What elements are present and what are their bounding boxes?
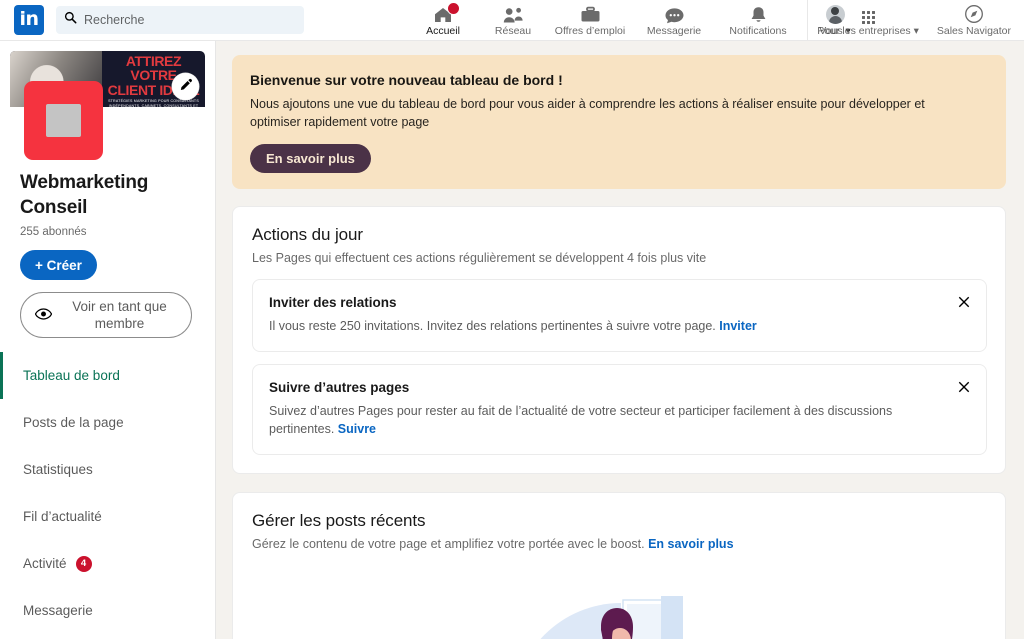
action-item-body: Il vous reste 250 invitations. Invitez d… bbox=[269, 317, 942, 335]
nav-item-notifications[interactable]: Notifications bbox=[716, 0, 800, 41]
messaging-icon bbox=[664, 5, 685, 24]
primary-nav: Accueil Réseau Offres d’emploi Messageri… bbox=[408, 0, 870, 41]
search-input[interactable] bbox=[84, 13, 296, 27]
search-icon bbox=[64, 11, 77, 29]
sidebar-item-label: Activité bbox=[23, 556, 67, 571]
pencil-icon bbox=[179, 78, 193, 95]
action-item-link[interactable]: Suivre bbox=[338, 422, 376, 436]
home-badge bbox=[447, 1, 460, 15]
actions-list: Inviter des relations Il vous reste 250 … bbox=[252, 279, 987, 455]
apps-grid-icon bbox=[861, 5, 875, 24]
sidebar-item-label: Posts de la page bbox=[23, 415, 124, 430]
global-navbar: in Accueil Réseau Offres d’emploi bbox=[0, 0, 1024, 41]
compass-icon bbox=[964, 4, 984, 24]
cover-line-4: INDÉPENDANTS, CABINETS, CONSULTANTS ET F… bbox=[108, 104, 199, 107]
sidebar-item-label: Tableau de bord bbox=[23, 368, 120, 383]
close-icon[interactable] bbox=[954, 377, 974, 397]
gerer-posts-recents-card: Gérer les posts récents Gérez le contenu… bbox=[232, 492, 1006, 639]
welcome-learn-more-button[interactable]: En savoir plus bbox=[250, 144, 371, 173]
nav-item-sales-navigator[interactable]: Sales Navigator bbox=[928, 0, 1020, 41]
sidebar-item-tableau-de-bord[interactable]: Tableau de bord bbox=[0, 352, 215, 399]
create-button[interactable]: + Créer bbox=[20, 250, 97, 280]
jobs-icon bbox=[580, 5, 601, 24]
sidebar-item-label: Messagerie bbox=[23, 603, 93, 618]
edit-cover-button[interactable] bbox=[172, 73, 199, 100]
sidebar-item-statistiques[interactable]: Statistiques bbox=[0, 446, 215, 493]
action-item-title: Suivre d’autres pages bbox=[269, 380, 410, 395]
sidebar-item-messagerie[interactable]: Messagerie bbox=[0, 587, 215, 634]
welcome-body: Nous ajoutons une vue du tableau de bord… bbox=[250, 97, 925, 129]
nav-label: Réseau bbox=[494, 24, 532, 37]
nav-label: Messagerie bbox=[646, 24, 702, 37]
sidebar-item-label: Fil d’actualité bbox=[23, 509, 102, 524]
actions-card-subtitle: Les Pages qui effectuent ces actions rég… bbox=[252, 251, 707, 265]
action-item-title: Inviter des relations bbox=[269, 295, 397, 310]
activity-count-badge: 4 bbox=[75, 555, 92, 572]
nav-label: Notifications bbox=[729, 24, 787, 37]
secondary-nav: Pour les entreprises ▾ Sales Navigator bbox=[807, 0, 1020, 41]
followers-count: 255 abonnés bbox=[20, 226, 87, 238]
main-content: Bienvenue sur votre nouveau tableau de b… bbox=[216, 41, 1024, 639]
view-as-member-label: Voir en tant que membre bbox=[72, 299, 167, 331]
home-icon bbox=[433, 1, 460, 24]
close-icon[interactable] bbox=[954, 292, 974, 312]
eye-icon bbox=[34, 307, 53, 324]
actions-du-jour-card: Actions du jour Les Pages qui effectuent… bbox=[232, 206, 1006, 474]
page-sidebar: ATTIREZ VOTRE CLIENT IDÉAL STRATÉGIES MA… bbox=[0, 41, 216, 639]
network-icon bbox=[503, 5, 524, 24]
organization-logo-inner bbox=[46, 104, 81, 137]
nav-label: Offres d’emploi bbox=[554, 24, 626, 37]
posts-card-title: Gérer les posts récents bbox=[252, 511, 426, 530]
search-box[interactable] bbox=[56, 6, 304, 34]
nav-label: Accueil bbox=[426, 24, 460, 37]
posts-card-subtitle: Gérez le contenu de votre page et amplif… bbox=[252, 537, 987, 551]
person-whiteboard-illustration bbox=[252, 591, 987, 639]
posts-card-subtitle-text: Gérez le contenu de votre page et amplif… bbox=[252, 537, 649, 551]
sidebar-item-fil-dactualite[interactable]: Fil d’actualité bbox=[0, 493, 215, 540]
posts-card-link[interactable]: En savoir plus bbox=[648, 537, 733, 551]
action-item-link[interactable]: Inviter bbox=[719, 319, 757, 333]
sidebar-menu: Tableau de bord Posts de la page Statist… bbox=[0, 352, 215, 634]
nav-item-accueil[interactable]: Accueil bbox=[408, 0, 478, 41]
actions-card-title: Actions du jour bbox=[252, 225, 363, 244]
nav-item-offres-emploi[interactable]: Offres d’emploi bbox=[548, 0, 632, 41]
view-as-member-button[interactable]: Voir en tant que membre bbox=[20, 292, 192, 338]
close-icon[interactable] bbox=[972, 67, 994, 89]
welcome-title: Bienvenue sur votre nouveau tableau de b… bbox=[250, 72, 563, 88]
action-item-text: Il vous reste 250 invitations. Invitez d… bbox=[269, 319, 720, 333]
action-item-body: Suivez d’autres Pages pour rester au fai… bbox=[269, 402, 942, 438]
organization-logo bbox=[24, 81, 103, 160]
nav-label: Sales Navigator bbox=[936, 24, 1011, 37]
action-item-suivre-dautres-pages: Suivre d’autres pages Suivez d’autres Pa… bbox=[252, 364, 987, 455]
nav-label: Pour les entreprises ▾ bbox=[817, 24, 919, 37]
bell-icon bbox=[749, 5, 768, 24]
linkedin-logo[interactable]: in bbox=[14, 5, 44, 35]
page-body: ATTIREZ VOTRE CLIENT IDÉAL STRATÉGIES MA… bbox=[0, 41, 1024, 639]
organization-name: Webmarketing Conseil bbox=[20, 172, 149, 218]
nav-item-reseau[interactable]: Réseau bbox=[478, 0, 548, 41]
nav-item-messagerie[interactable]: Messagerie bbox=[632, 0, 716, 41]
nav-item-pour-les-entreprises[interactable]: Pour les entreprises ▾ bbox=[808, 0, 928, 41]
welcome-banner: Bienvenue sur votre nouveau tableau de b… bbox=[232, 55, 1006, 189]
sidebar-item-label: Statistiques bbox=[23, 462, 93, 477]
sidebar-item-activite[interactable]: Activité 4 bbox=[0, 540, 215, 587]
organization-card: ATTIREZ VOTRE CLIENT IDÉAL STRATÉGIES MA… bbox=[10, 51, 205, 160]
action-item-inviter-des-relations: Inviter des relations Il vous reste 250 … bbox=[252, 279, 987, 352]
sidebar-item-posts-de-la-page[interactable]: Posts de la page bbox=[0, 399, 215, 446]
